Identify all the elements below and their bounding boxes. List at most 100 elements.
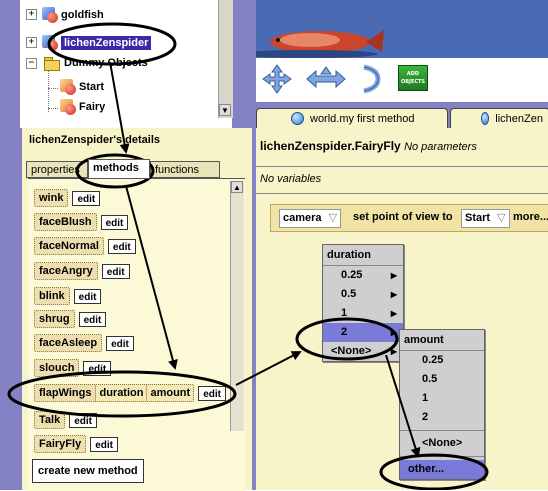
tree-item-lichenzenspider[interactable]: lichenZenspider: [42, 34, 152, 52]
method-tile-fairyfly[interactable]: FairyFly: [34, 435, 87, 453]
create-new-method-button[interactable]: create new method: [32, 459, 144, 483]
menu-item-none[interactable]: <None>: [400, 434, 484, 453]
object-tree: + goldfish + lichenZenspider − Dummy Obj…: [20, 0, 232, 118]
submenu-arrow-icon: ▶: [390, 347, 397, 356]
submenu-arrow-icon: ▶: [390, 290, 397, 299]
submenu-arrow-icon: ▶: [390, 309, 397, 318]
method-icon: [481, 112, 490, 125]
more-button[interactable]: more...: [513, 209, 548, 226]
amount-menu: amount 0.25 0.5 1 2 <None> other...: [399, 329, 485, 480]
menu-item-0-25[interactable]: 0.25: [400, 351, 484, 370]
method-tile-faceasleep[interactable]: faceAsleep: [34, 334, 103, 352]
menu-item-label: 2: [422, 411, 429, 423]
menu-item-label: 0.5: [341, 288, 357, 300]
method-row: faceBlush edit: [34, 213, 129, 231]
menu-item-0-5[interactable]: 0.5 ▶: [323, 285, 403, 304]
method-row: shrug edit: [34, 310, 107, 328]
scroll-down-arrow-icon[interactable]: ▼: [219, 104, 231, 116]
method-tile-faceangry[interactable]: faceAngry: [34, 262, 98, 280]
menu-title: duration: [323, 245, 403, 266]
camera-object-dropdown[interactable]: camera ▽: [279, 209, 342, 228]
target-value: Start: [465, 212, 491, 224]
object-value: camera: [283, 212, 322, 224]
edit-button[interactable]: edit: [106, 335, 134, 351]
menu-item-other[interactable]: other...: [400, 460, 484, 479]
target-dropdown[interactable]: Start ▽: [461, 209, 510, 228]
menu-item-label: 0.25: [341, 269, 363, 281]
menu-item-0-5[interactable]: 0.5: [400, 370, 484, 389]
object-icon: [60, 99, 76, 115]
params-note: No parameters: [404, 141, 477, 153]
set-point-of-view-label: set point of view to: [353, 211, 453, 223]
menu-item-label: 1: [422, 392, 429, 404]
edit-button[interactable]: edit: [69, 412, 97, 428]
tab-functions[interactable]: functions: [150, 161, 220, 178]
menu-title: amount: [400, 330, 484, 351]
tree-scrollbar[interactable]: [218, 0, 233, 118]
method-tile-slouch[interactable]: slouch: [34, 359, 80, 377]
tree-item-start[interactable]: Start: [60, 78, 104, 96]
method-tile-shrug[interactable]: shrug: [34, 310, 75, 328]
menu-item-0-25[interactable]: 0.25 ▶: [323, 266, 403, 285]
tab-methods[interactable]: methods: [88, 159, 150, 179]
folder-icon: [44, 56, 60, 71]
method-tile-flapwings[interactable]: flapWings duration amount: [34, 384, 195, 402]
menu-item-none[interactable]: <None> ▶: [323, 342, 403, 361]
menu-item-2[interactable]: 2: [400, 408, 484, 427]
method-tile-talk[interactable]: Talk: [34, 411, 66, 429]
method-header: lichenZenspider.FairyFly No parameters: [260, 139, 477, 153]
left-strip-lower: [0, 128, 22, 490]
dropdown-arrow-icon: ▽: [497, 212, 506, 224]
method-tile-blink[interactable]: blink: [34, 287, 70, 305]
method-row: wink edit: [34, 189, 101, 207]
methods-list: wink edit faceBlush edit faceNormal edit…: [28, 178, 245, 491]
tab-label: lichenZen: [495, 112, 543, 125]
object-icon: [42, 35, 58, 51]
tree-item-fairy[interactable]: Fairy: [60, 98, 105, 116]
submenu-arrow-icon: ▶: [390, 328, 397, 337]
details-panel: lichenZenspider's details properties met…: [22, 128, 252, 491]
tab-world-my-first-method[interactable]: world.my first method: [256, 108, 448, 128]
menu-item-2[interactable]: 2 ▶: [323, 323, 403, 342]
add-objects-button[interactable]: ADD OBJECTS: [398, 65, 428, 91]
tab-lichenzenspider-method[interactable]: lichenZen: [450, 108, 548, 128]
method-tile-wink[interactable]: wink: [34, 189, 69, 207]
scroll-up-arrow-icon[interactable]: ▲: [231, 181, 243, 193]
method-tile-faceblush[interactable]: faceBlush: [34, 213, 97, 231]
tree-item-goldfish[interactable]: goldfish: [42, 6, 104, 24]
expand-goldfish[interactable]: +: [26, 9, 37, 20]
menu-item-label: 1: [341, 307, 348, 319]
edit-button[interactable]: edit: [100, 214, 129, 230]
edit-button[interactable]: edit: [107, 238, 136, 254]
method-row: blink edit: [34, 287, 102, 305]
move-arrows-icon[interactable]: [262, 64, 292, 94]
edit-button[interactable]: edit: [78, 311, 107, 327]
edit-button[interactable]: edit: [90, 436, 118, 452]
expand-lichenzenspider[interactable]: +: [26, 37, 37, 48]
menu-item-label: <None>: [422, 437, 463, 449]
statement-tile[interactable]: camera ▽ set point of view to Start ▽ mo…: [270, 204, 548, 232]
menu-item-1[interactable]: 1 ▶: [323, 304, 403, 323]
tab-label: world.my first method: [310, 112, 415, 125]
edit-button[interactable]: edit: [83, 360, 112, 376]
methods-scrollbar[interactable]: ▲: [230, 181, 244, 431]
method-row-flapwings: flapWings duration amount edit: [34, 384, 226, 402]
tab-properties[interactable]: properties: [26, 161, 88, 178]
method-object-name: lichenZenspider.FairyFly: [260, 139, 401, 153]
tree-item-dummy-objects[interactable]: Dummy Objects: [44, 54, 148, 72]
rotate-arrows-icon[interactable]: [360, 64, 382, 94]
turn-arrows-icon[interactable]: [306, 66, 346, 92]
edit-button[interactable]: edit: [73, 288, 102, 304]
world-view[interactable]: [256, 0, 548, 58]
edit-button[interactable]: edit: [72, 190, 101, 206]
method-row: faceNormal edit: [34, 237, 136, 255]
edit-button[interactable]: edit: [101, 263, 130, 279]
collapse-dummy-objects[interactable]: −: [26, 58, 37, 69]
dropdown-arrow-icon: ▽: [328, 212, 338, 224]
menu-separator: [400, 430, 484, 431]
menu-item-label: <None>: [331, 345, 372, 357]
tree-item-label: Dummy Objects: [64, 57, 148, 69]
menu-item-1[interactable]: 1: [400, 389, 484, 408]
method-tile-facenormal[interactable]: faceNormal: [34, 237, 104, 255]
edit-button[interactable]: edit: [198, 385, 226, 401]
